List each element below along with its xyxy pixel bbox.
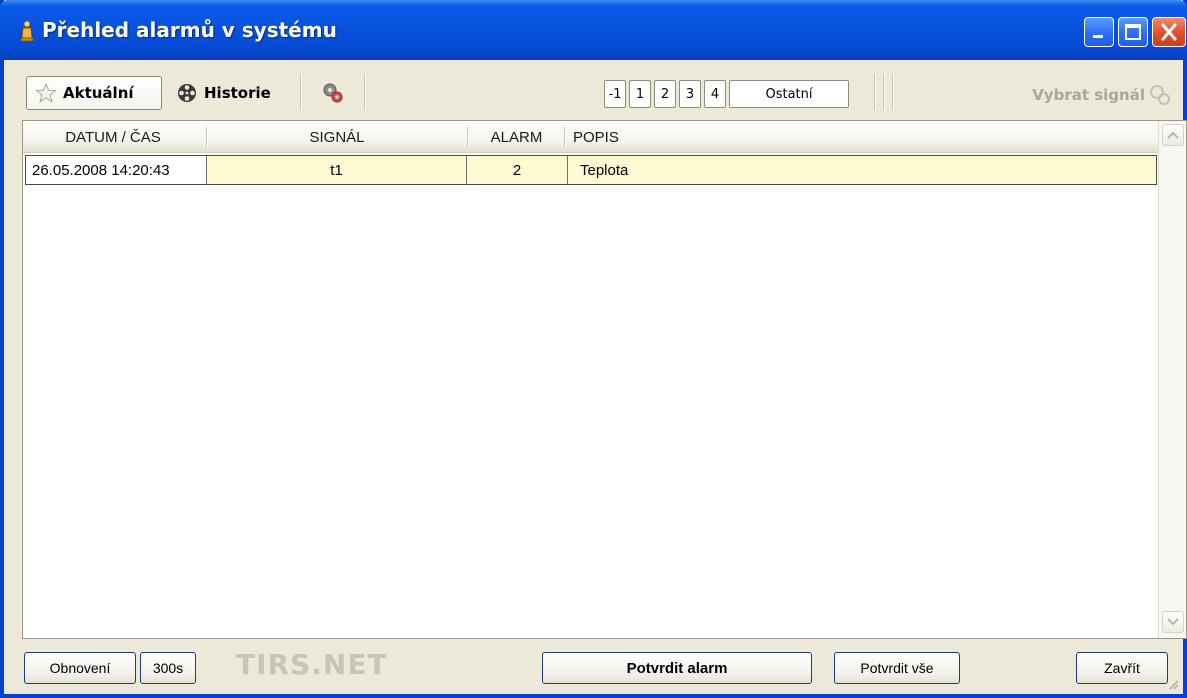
- settings-button[interactable]: [314, 76, 354, 110]
- vertical-scrollbar[interactable]: [1158, 121, 1186, 638]
- brand-logo: TIRS.NET: [236, 648, 388, 681]
- tab-history-label: Historie: [204, 84, 271, 102]
- confirm-all-button[interactable]: Potvrdit vše: [834, 652, 960, 684]
- alarm-bell-icon: [20, 20, 34, 42]
- cell-signal: t1: [330, 161, 343, 179]
- alarm-overview-window: Přehled alarmů v systému Aktuální Histor…: [0, 0, 1187, 698]
- alarm-table[interactable]: DATUM / ČAS SIGNÁL ALARM POPIS 26.05.200…: [22, 120, 1187, 639]
- footer-bar: Obnovení 300s TIRS.NET Potvrdit alarm Po…: [4, 640, 1183, 694]
- toolbar-separator: [892, 74, 894, 110]
- refresh-button[interactable]: Obnovení: [24, 652, 136, 684]
- column-divider: [206, 127, 208, 147]
- toolbar-separator: [300, 74, 302, 110]
- cell-divider: [567, 156, 568, 184]
- page-button-minus1[interactable]: -1: [604, 80, 626, 108]
- tab-history[interactable]: Historie: [168, 76, 288, 110]
- select-signal-label: Vybrat signál: [1032, 86, 1145, 104]
- film-reel-icon: [178, 84, 196, 102]
- tab-current[interactable]: Aktuální: [26, 76, 162, 110]
- page-button-2[interactable]: 2: [654, 80, 676, 108]
- close-button[interactable]: Zavřít: [1076, 652, 1168, 684]
- resize-grip-icon[interactable]: [1167, 678, 1179, 690]
- refresh-interval-button[interactable]: 300s: [140, 652, 196, 684]
- star-icon: [35, 82, 57, 103]
- column-header-description[interactable]: POPIS: [573, 121, 773, 153]
- cell-alarm: 2: [512, 161, 522, 179]
- toolbar-separator: [364, 74, 366, 110]
- minimize-icon: [1093, 35, 1103, 38]
- maximize-icon: [1125, 24, 1141, 40]
- page-button-1[interactable]: 1: [629, 80, 651, 108]
- gears-icon: [323, 83, 343, 103]
- confirm-alarm-button[interactable]: Potvrdit alarm: [542, 652, 812, 684]
- cell-datetime: 26.05.2008 14:20:43: [26, 156, 206, 184]
- title-bar[interactable]: Přehled alarmů v systému: [0, 0, 1187, 60]
- page-button-other[interactable]: Ostatní: [729, 80, 849, 108]
- minimize-button[interactable]: [1084, 17, 1114, 47]
- table-header: DATUM / ČAS SIGNÁL ALARM POPIS: [23, 121, 1159, 153]
- scroll-up-button[interactable]: [1162, 124, 1184, 146]
- window-title: Přehled alarmů v systému: [42, 18, 337, 42]
- close-icon: [1161, 23, 1177, 41]
- page-button-4[interactable]: 4: [704, 80, 726, 108]
- column-divider: [564, 127, 566, 147]
- toolbar-separator: [883, 74, 885, 110]
- cell-description: Teplota: [580, 161, 629, 179]
- chevron-down-icon: [1167, 618, 1179, 626]
- column-header-datetime[interactable]: DATUM / ČAS: [23, 121, 203, 153]
- column-header-signal[interactable]: SIGNÁL: [209, 121, 465, 153]
- page-button-3[interactable]: 3: [679, 80, 701, 108]
- maximize-button[interactable]: [1118, 17, 1148, 47]
- toolbar: Aktuální Historie -1 1 2 3 4 Ostatní Vyb…: [22, 68, 1187, 118]
- scroll-down-button[interactable]: [1162, 611, 1184, 633]
- chevron-up-icon: [1167, 131, 1179, 139]
- close-window-button[interactable]: [1152, 17, 1186, 47]
- column-header-alarm[interactable]: ALARM: [469, 121, 564, 153]
- tab-current-label: Aktuální: [63, 84, 134, 102]
- select-signal-button[interactable]: Vybrat signál: [1032, 84, 1171, 106]
- table-row[interactable]: 26.05.2008 14:20:43 t1 2 Teplota: [25, 155, 1157, 185]
- toolbar-separator: [874, 74, 876, 110]
- gears-icon: [1150, 85, 1170, 105]
